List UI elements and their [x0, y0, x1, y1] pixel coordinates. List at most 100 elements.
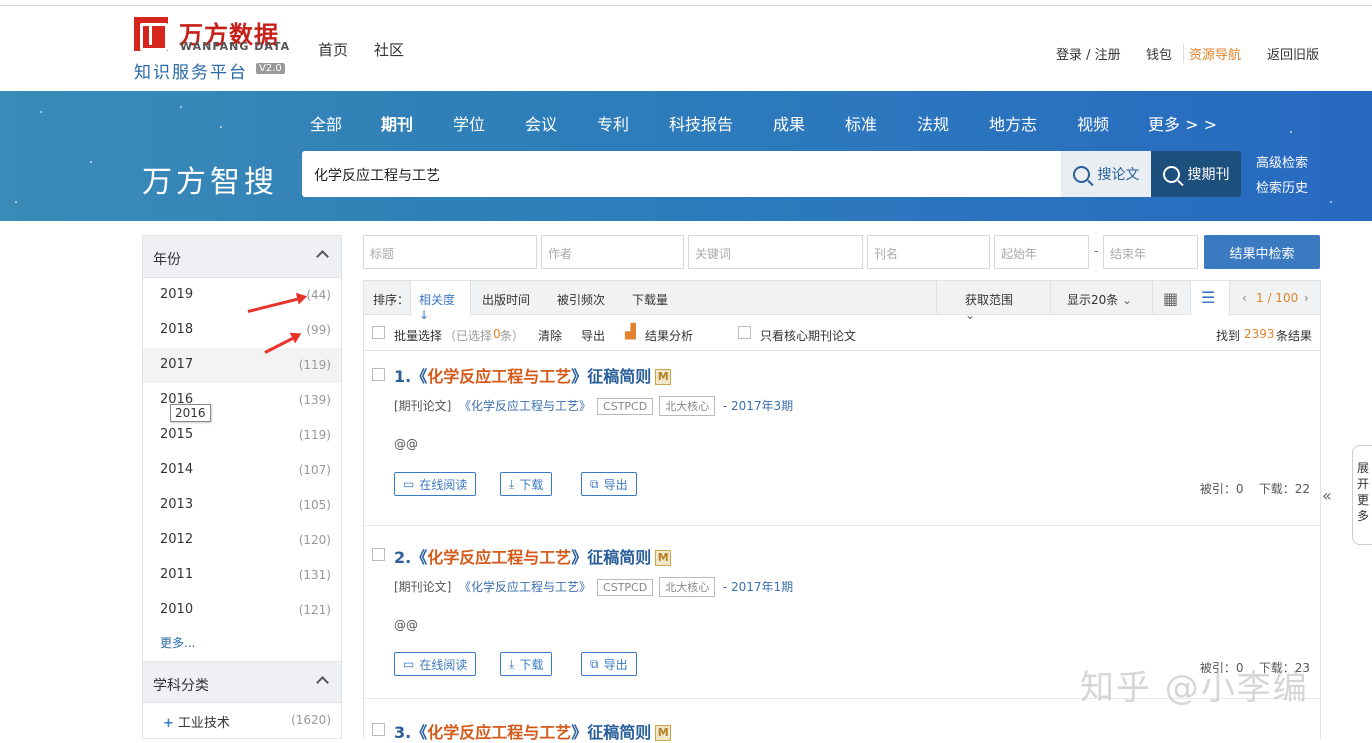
tab-tech-report[interactable]: 科技报告 — [669, 111, 733, 135]
result-issue-link[interactable]: - 2017年1期 — [723, 580, 793, 594]
batch-select-label[interactable]: 批量选择 — [394, 327, 442, 344]
title-filter-input[interactable]: 标题 — [363, 235, 537, 269]
year-item-2013[interactable]: 2013 (105) — [143, 488, 341, 523]
year-item-2019[interactable]: 2019 (44) — [143, 278, 341, 313]
subject-item-label: 工业技术 — [177, 716, 230, 731]
subject-item-industrial-tech[interactable]: + 工业技术 (1620) — [143, 703, 341, 738]
keyword-filter-input[interactable]: 关键词 — [688, 235, 863, 269]
search-journal-button[interactable]: 搜期刊 — [1151, 151, 1241, 197]
old-version-link[interactable]: 返回旧版 — [1267, 44, 1319, 63]
next-page-icon[interactable]: › — [1304, 291, 1309, 305]
tab-standard[interactable]: 标准 — [845, 111, 877, 135]
year-item-2011[interactable]: 2011 (131) — [143, 558, 341, 593]
found-prefix: 找到 — [1216, 329, 1241, 343]
export-selection-link[interactable]: 导出 — [581, 327, 605, 344]
plus-icon[interactable]: + — [163, 716, 174, 731]
search-paper-button[interactable]: 搜论文 — [1061, 151, 1151, 197]
year-label: 2012 — [160, 532, 194, 547]
year-item-2010[interactable]: 2010 (121) — [143, 593, 341, 628]
clear-selection-link[interactable]: 清除 — [538, 327, 562, 344]
wallet-link[interactable]: 钱包 — [1146, 44, 1172, 63]
m-badge-icon: M — [655, 550, 672, 566]
tab-all[interactable]: 全部 — [310, 111, 342, 135]
result-source-link[interactable]: 《化学反应工程与工艺》 — [459, 399, 591, 413]
tab-video[interactable]: 视频 — [1077, 111, 1109, 135]
nav-community[interactable]: 社区 — [374, 39, 404, 60]
collapse-icon[interactable]: « — [1322, 486, 1332, 505]
prev-page-icon[interactable]: ‹ — [1242, 291, 1247, 305]
author-filter-input[interactable]: 作者 — [541, 235, 684, 269]
year-label: 2015 — [160, 427, 194, 442]
result-checkbox[interactable] — [372, 723, 385, 736]
result-issue-link[interactable]: - 2017年3期 — [723, 399, 793, 413]
year-item-2012[interactable]: 2012 (120) — [143, 523, 341, 558]
start-year-input[interactable]: 起始年 — [994, 235, 1089, 269]
year-more-link[interactable]: 更多... — [143, 628, 341, 661]
tab-law[interactable]: 法规 — [917, 111, 949, 135]
tag-pku-core: 北大核心 — [659, 396, 716, 416]
page-size-dropdown[interactable]: 显示20条 ⌄ — [1050, 281, 1152, 315]
tab-journal[interactable]: 期刊 — [381, 111, 413, 135]
read-online-label: 在线阅读 — [419, 477, 468, 492]
end-year-input[interactable]: 结束年 — [1103, 235, 1198, 269]
sort-cited[interactable]: 被引频次 — [557, 291, 605, 308]
list-view-icon[interactable]: ☰ — [1190, 281, 1230, 315]
year-label: 2011 — [160, 567, 194, 582]
login-link[interactable]: 登录 / 注册 — [1056, 44, 1121, 63]
year-item-2015[interactable]: 2015 (119) — [143, 418, 341, 453]
search-within-results-button[interactable]: 结果中检索 — [1204, 235, 1320, 269]
year-item-2014[interactable]: 2014 (107) — [143, 453, 341, 488]
tab-more[interactable]: 更多 > > — [1148, 111, 1217, 135]
result-title-prefix: 《 — [411, 367, 428, 386]
read-online-button[interactable]: ▭ 在线阅读 — [394, 652, 477, 676]
export-button[interactable]: ⧉ 导出 — [581, 472, 637, 496]
chevron-up-icon[interactable] — [316, 250, 329, 263]
resource-nav-link[interactable]: 资源导航 — [1183, 44, 1241, 63]
chevron-up-icon[interactable] — [316, 676, 329, 689]
tab-degree[interactable]: 学位 — [453, 111, 485, 135]
result-source-link[interactable]: 《化学反应工程与工艺》 — [459, 580, 591, 594]
search-input[interactable]: 化学反应工程与工艺 — [302, 151, 1062, 197]
tag-cstpcd: CSTPCD — [597, 579, 654, 596]
download-button[interactable]: ⤓ 下载 — [500, 652, 553, 676]
tab-achievement[interactable]: 成果 — [773, 111, 805, 135]
search-history-link[interactable]: 检索历史 — [1256, 177, 1308, 196]
download-button[interactable]: ⤓ 下载 — [500, 472, 553, 496]
export-icon: ⧉ — [590, 476, 599, 491]
sort-relevance[interactable]: 相关度 ↓ — [410, 281, 471, 322]
result-checkbox[interactable] — [372, 368, 385, 381]
export-button[interactable]: ⧉ 导出 — [581, 652, 637, 676]
sort-pubtime[interactable]: 出版时间 — [482, 291, 530, 308]
export-label: 导出 — [603, 657, 628, 672]
result-title-highlight: 化学反应工程与工艺 — [427, 723, 572, 742]
subject-facet-header[interactable]: 学科分类 — [143, 661, 341, 703]
batch-select-checkbox[interactable] — [372, 326, 385, 339]
download-icon: ⤓ — [509, 476, 515, 491]
year-item-2018[interactable]: 2018 (99) — [143, 313, 341, 348]
nav-home[interactable]: 首页 — [318, 39, 348, 60]
journal-filter-input[interactable]: 刊名 — [867, 235, 990, 269]
result-title[interactable]: 1.《化学反应工程与工艺》征稿简则 M — [394, 363, 672, 387]
tab-patent[interactable]: 专利 — [597, 111, 629, 135]
result-title[interactable]: 2.《化学反应工程与工艺》征稿简则 M — [394, 544, 672, 568]
result-stats: 被引：0 下载：22 — [1199, 482, 1310, 496]
sort-downloads[interactable]: 下载量 — [632, 291, 668, 308]
result-analysis-link[interactable]: 结果分析 — [645, 327, 693, 344]
tab-conference[interactable]: 会议 — [525, 111, 557, 135]
expand-more-tab[interactable]: 展开更多 — [1352, 445, 1372, 545]
tag-pku-core: 北大核心 — [659, 577, 716, 597]
core-only-label[interactable]: 只看核心期刊论文 — [760, 327, 856, 344]
year-facet-header[interactable]: 年份 — [143, 236, 341, 278]
grid-view-icon[interactable]: ▦ — [1152, 281, 1190, 315]
top-border — [0, 0, 1372, 6]
advanced-search-link[interactable]: 高级检索 — [1256, 152, 1308, 171]
result-checkbox[interactable] — [372, 548, 385, 561]
tab-local-chronicle[interactable]: 地方志 — [989, 111, 1037, 135]
result-title[interactable]: 3.《化学反应工程与工艺》征稿简则 M — [394, 719, 672, 743]
found-suffix: 条结果 — [1276, 329, 1313, 343]
wanfang-logo-icon[interactable] — [134, 17, 168, 51]
range-dropdown[interactable]: 获取范围 ⌄ — [936, 281, 1049, 322]
core-only-checkbox[interactable] — [738, 326, 751, 339]
read-online-button[interactable]: ▭ 在线阅读 — [394, 472, 477, 496]
year-item-2017[interactable]: 2017 (119) — [143, 348, 341, 383]
